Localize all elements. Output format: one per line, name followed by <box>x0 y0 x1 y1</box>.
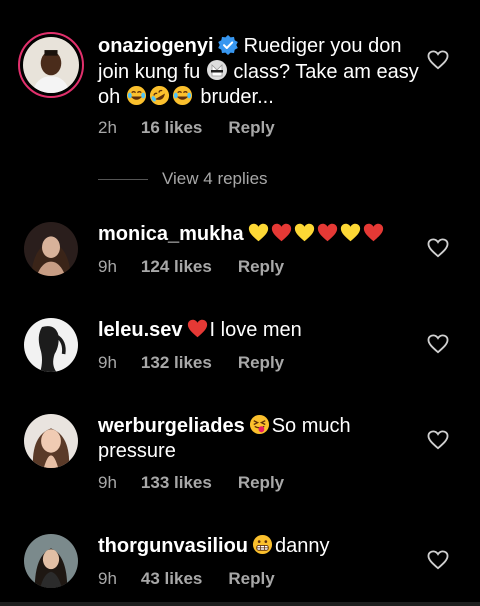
comment-meta: 9h 43 likes Reply <box>98 569 275 589</box>
username[interactable]: thorgunvasiliou <box>98 535 248 557</box>
comment-text: danny <box>275 535 330 557</box>
tears-of-joy-emoji-icon <box>126 85 146 106</box>
avatar-image <box>24 534 78 588</box>
username[interactable]: werburgeliades <box>98 415 245 437</box>
red-heart-icon <box>187 319 207 338</box>
avatar[interactable] <box>18 32 84 98</box>
verified-badge-icon <box>217 35 238 55</box>
username[interactable]: monica_mukha <box>98 223 244 245</box>
comment-time: 9h <box>98 257 117 276</box>
rolling-laughing-emoji-icon <box>149 85 169 106</box>
squinting-tongue-emoji-icon <box>249 414 269 435</box>
divider <box>98 178 148 180</box>
likes-count[interactable]: 43 likes <box>141 569 202 589</box>
comment-time: 9h <box>98 473 117 492</box>
avatar-image <box>24 318 78 372</box>
view-replies-label: View 4 replies <box>162 169 268 188</box>
reply-button[interactable]: Reply <box>238 353 284 373</box>
comment-time: 9h <box>98 353 117 372</box>
avatar[interactable] <box>24 222 78 276</box>
avatar[interactable] <box>24 414 78 468</box>
yellow-heart-icon <box>294 223 314 242</box>
comment-text: I love men <box>209 319 302 341</box>
comment-meta: 9h 133 likes Reply <box>98 473 284 493</box>
comment-meta: 9h 132 likes Reply <box>98 353 284 373</box>
reply-button[interactable]: Reply <box>238 473 284 493</box>
avatar-image <box>23 37 79 93</box>
comment-body: monica_mukha <box>98 222 420 247</box>
comment-meta: 2h 16 likes Reply <box>98 118 275 138</box>
grimacing-emoji-icon <box>252 534 273 555</box>
comment-body: onaziogenyi Ruediger you don join kung fu… <box>98 34 420 110</box>
likes-count[interactable]: 133 likes <box>141 473 212 493</box>
reply-button[interactable]: Reply <box>228 118 274 138</box>
bottom-bar <box>0 602 480 606</box>
yellow-heart-icon <box>248 223 268 242</box>
red-heart-icon <box>317 223 337 242</box>
likes-count[interactable]: 16 likes <box>141 118 202 138</box>
comment-text-part-3: bruder... <box>200 86 274 108</box>
tears-of-joy-emoji-icon <box>172 85 192 106</box>
yellow-heart-icon <box>340 223 360 242</box>
heart-outline-icon[interactable] <box>427 334 449 354</box>
red-heart-icon <box>363 223 383 242</box>
username[interactable]: onaziogenyi <box>98 35 214 57</box>
likes-count[interactable]: 132 likes <box>141 353 212 373</box>
avatar[interactable] <box>24 318 78 372</box>
username[interactable]: leleu.sev <box>98 319 183 341</box>
reply-button[interactable]: Reply <box>228 569 274 589</box>
likes-count[interactable]: 124 likes <box>141 257 212 277</box>
heart-outline-icon[interactable] <box>427 430 449 450</box>
comment-body: leleu.sev I love men <box>98 318 420 343</box>
red-heart-icon <box>271 223 291 242</box>
comment-body: thorgunvasiliou danny <box>98 534 420 559</box>
heart-outline-icon[interactable] <box>427 50 449 70</box>
comment-time: 2h <box>98 118 117 137</box>
avatar-image <box>24 414 78 468</box>
reply-button[interactable]: Reply <box>238 257 284 277</box>
view-replies-button[interactable]: View 4 replies <box>98 168 268 190</box>
comment-body: werburgeliades So much pressure <box>98 414 420 464</box>
avatar[interactable] <box>24 534 78 588</box>
comment-time: 9h <box>98 569 117 588</box>
heart-outline-icon[interactable] <box>427 550 449 570</box>
avatar-image <box>24 222 78 276</box>
heart-outline-icon[interactable] <box>427 238 449 258</box>
comment-meta: 9h 124 likes Reply <box>98 257 284 277</box>
martial-arts-uniform-icon <box>206 60 227 80</box>
